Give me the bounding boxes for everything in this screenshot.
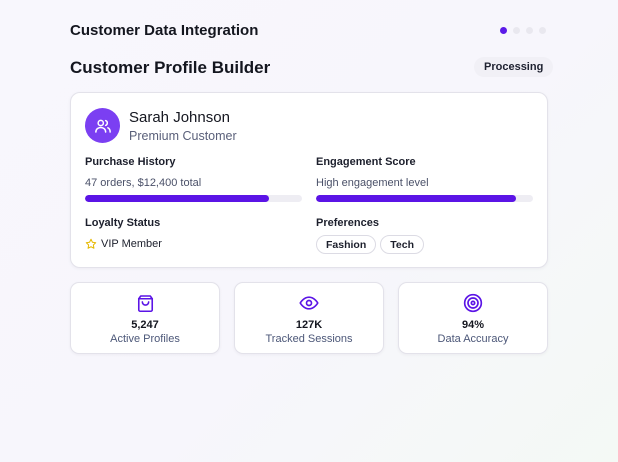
purchase-history-bar: [85, 195, 302, 202]
stat-value: 5,247: [131, 319, 159, 331]
purchase-history-text: 47 orders, $12,400 total: [85, 177, 202, 189]
loyalty-status-value: VIP Member: [101, 238, 162, 250]
purchase-history-bar-fill: [85, 195, 270, 202]
page-title: Customer Profile Builder: [70, 58, 271, 77]
pagination-dot[interactable]: [539, 27, 546, 34]
engagement-score-bar-fill: [316, 195, 516, 202]
purchase-history-label: Purchase History: [85, 156, 176, 168]
target-icon: [463, 293, 483, 313]
preference-tag[interactable]: Tech: [380, 235, 424, 254]
stat-label: Tracked Sessions: [265, 333, 353, 345]
customer-name: Sarah Johnson: [129, 109, 230, 126]
pagination-dot[interactable]: [513, 27, 520, 34]
avatar: [85, 108, 120, 143]
preference-tag[interactable]: Fashion: [316, 235, 377, 254]
stat-card-active-profiles: 5,247 Active Profiles: [70, 282, 220, 354]
pagination-dot[interactable]: [526, 27, 533, 34]
stat-label: Data Accuracy: [437, 333, 509, 345]
shopping-bag-icon: [137, 294, 153, 312]
engagement-score-label: Engagement Score: [316, 156, 416, 168]
users-icon: [94, 119, 111, 133]
preference-tags: Fashion Tech: [316, 235, 424, 254]
loyalty-status: VIP Member: [85, 238, 162, 250]
status-badge: Processing: [474, 57, 554, 77]
pagination-dots: [500, 27, 546, 34]
stat-label: Active Profiles: [110, 333, 180, 345]
preferences-label: Preferences: [316, 217, 379, 229]
loyalty-status-label: Loyalty Status: [85, 217, 161, 229]
app-title: Customer Data Integration: [70, 22, 259, 39]
pagination-dot[interactable]: [500, 27, 507, 34]
stat-card-tracked-sessions: 127K Tracked Sessions: [234, 282, 384, 354]
eye-icon: [299, 296, 319, 310]
customer-tier: Premium Customer: [129, 129, 237, 143]
engagement-score-text: High engagement level: [316, 177, 429, 189]
stat-value: 94%: [461, 319, 485, 331]
stat-value: 127K: [295, 319, 323, 331]
star-icon: [85, 238, 97, 249]
engagement-score-bar: [316, 195, 533, 202]
stat-card-data-accuracy: 94% Data Accuracy: [398, 282, 548, 354]
customer-profile-card: Sarah Johnson Premium Customer Purchase …: [70, 92, 548, 268]
